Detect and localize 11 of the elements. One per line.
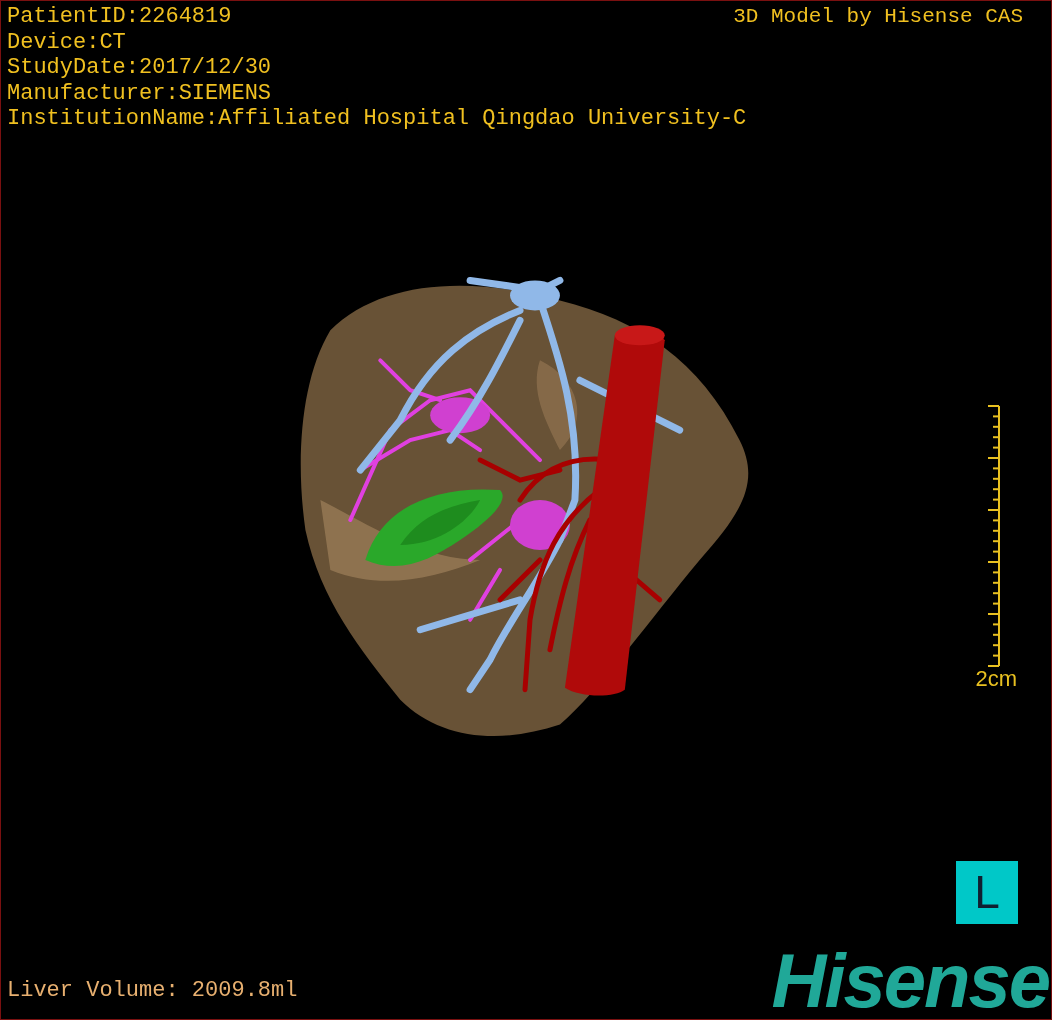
scale-ruler-icon <box>987 405 1001 667</box>
patient-info-text: Manufacturer:SIEMENS <box>7 80 272 106</box>
scale-label: 2cm <box>975 667 1017 691</box>
patient-info-text: StudyDate:2017/12/30 <box>7 55 272 81</box>
logo-text: Hisense <box>771 941 1049 1019</box>
orientation-marker: L <box>956 861 1018 924</box>
liver-volume-text: Liver Volume: 2009.8ml <box>7 978 298 1004</box>
patient-info-text: PatientID:2264819 <box>7 4 232 30</box>
model-title-text: 3D Model by Hisense CAS <box>733 4 1023 29</box>
patient-info-text: InstitutionName:Affiliated Hospital Qingdao University-C <box>7 106 747 132</box>
patient-info-text: Device:CT <box>7 29 126 55</box>
